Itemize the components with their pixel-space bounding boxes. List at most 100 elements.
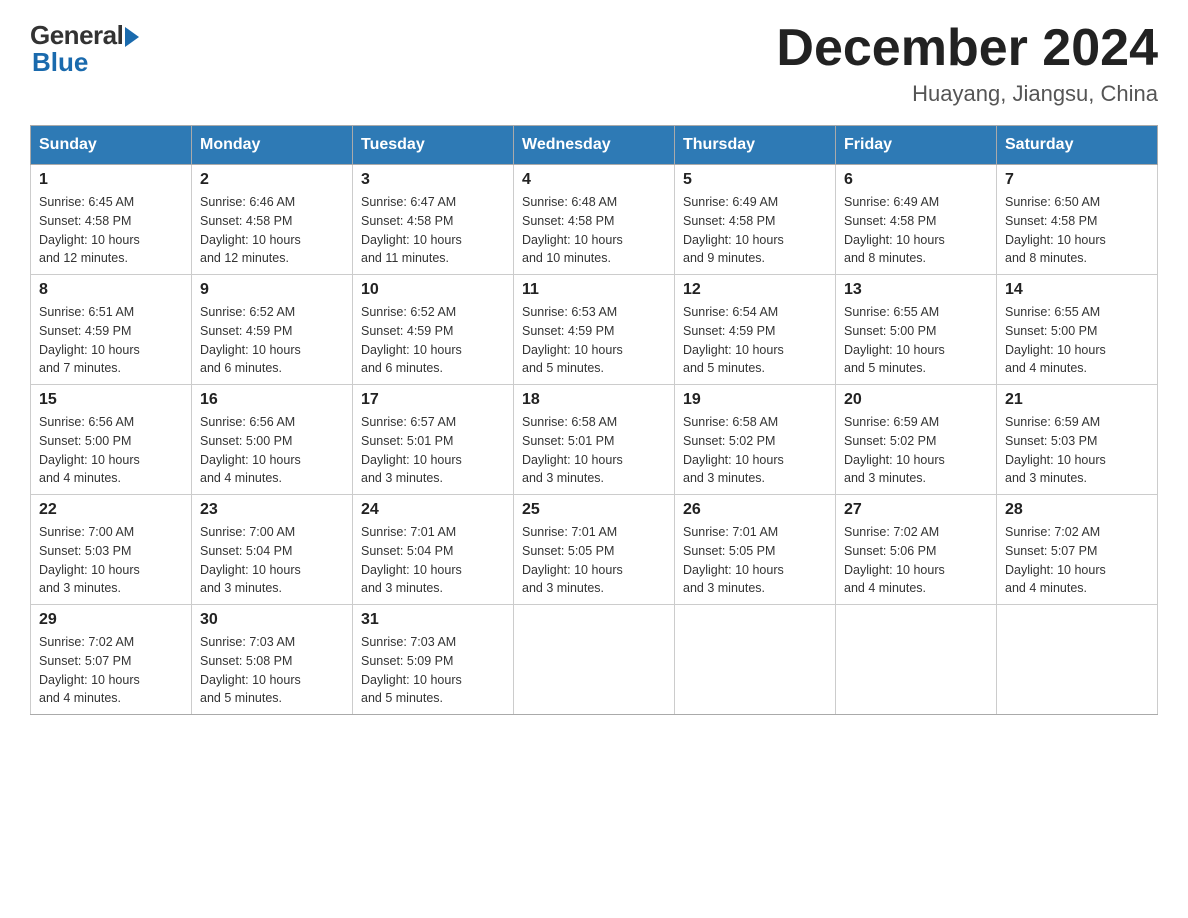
day-number: 19	[683, 391, 827, 409]
day-number: 8	[39, 281, 183, 299]
calendar-cell: 29 Sunrise: 7:02 AM Sunset: 5:07 PM Dayl…	[31, 605, 192, 715]
day-number: 24	[361, 501, 505, 519]
calendar-cell	[836, 605, 997, 715]
day-info: Sunrise: 7:03 AM Sunset: 5:08 PM Dayligh…	[200, 633, 344, 708]
calendar-table: SundayMondayTuesdayWednesdayThursdayFrid…	[30, 125, 1158, 715]
calendar-cell: 26 Sunrise: 7:01 AM Sunset: 5:05 PM Dayl…	[675, 495, 836, 605]
day-info: Sunrise: 6:55 AM Sunset: 5:00 PM Dayligh…	[1005, 303, 1149, 378]
calendar-cell: 19 Sunrise: 6:58 AM Sunset: 5:02 PM Dayl…	[675, 385, 836, 495]
day-info: Sunrise: 6:59 AM Sunset: 5:02 PM Dayligh…	[844, 413, 988, 488]
calendar-cell	[675, 605, 836, 715]
day-number: 16	[200, 391, 344, 409]
day-info: Sunrise: 6:53 AM Sunset: 4:59 PM Dayligh…	[522, 303, 666, 378]
day-info: Sunrise: 7:01 AM Sunset: 5:05 PM Dayligh…	[683, 523, 827, 598]
day-number: 29	[39, 611, 183, 629]
calendar-cell: 23 Sunrise: 7:00 AM Sunset: 5:04 PM Dayl…	[192, 495, 353, 605]
calendar-cell: 17 Sunrise: 6:57 AM Sunset: 5:01 PM Dayl…	[353, 385, 514, 495]
calendar-cell: 10 Sunrise: 6:52 AM Sunset: 4:59 PM Dayl…	[353, 275, 514, 385]
day-number: 28	[1005, 501, 1149, 519]
day-number: 23	[200, 501, 344, 519]
day-number: 1	[39, 171, 183, 189]
header-saturday: Saturday	[997, 126, 1158, 165]
day-number: 5	[683, 171, 827, 189]
day-number: 14	[1005, 281, 1149, 299]
day-number: 7	[1005, 171, 1149, 189]
header-thursday: Thursday	[675, 126, 836, 165]
calendar-cell: 16 Sunrise: 6:56 AM Sunset: 5:00 PM Dayl…	[192, 385, 353, 495]
day-info: Sunrise: 6:58 AM Sunset: 5:01 PM Dayligh…	[522, 413, 666, 488]
day-number: 22	[39, 501, 183, 519]
calendar-week-row: 1 Sunrise: 6:45 AM Sunset: 4:58 PM Dayli…	[31, 165, 1158, 275]
day-info: Sunrise: 7:02 AM Sunset: 5:06 PM Dayligh…	[844, 523, 988, 598]
calendar-cell: 4 Sunrise: 6:48 AM Sunset: 4:58 PM Dayli…	[514, 165, 675, 275]
day-info: Sunrise: 6:45 AM Sunset: 4:58 PM Dayligh…	[39, 193, 183, 268]
day-info: Sunrise: 6:51 AM Sunset: 4:59 PM Dayligh…	[39, 303, 183, 378]
day-number: 26	[683, 501, 827, 519]
day-number: 25	[522, 501, 666, 519]
logo: General Blue	[30, 20, 139, 78]
day-number: 27	[844, 501, 988, 519]
day-info: Sunrise: 7:02 AM Sunset: 5:07 PM Dayligh…	[1005, 523, 1149, 598]
calendar-cell: 1 Sunrise: 6:45 AM Sunset: 4:58 PM Dayli…	[31, 165, 192, 275]
calendar-cell: 8 Sunrise: 6:51 AM Sunset: 4:59 PM Dayli…	[31, 275, 192, 385]
header-monday: Monday	[192, 126, 353, 165]
calendar-cell: 15 Sunrise: 6:56 AM Sunset: 5:00 PM Dayl…	[31, 385, 192, 495]
calendar-cell: 22 Sunrise: 7:00 AM Sunset: 5:03 PM Dayl…	[31, 495, 192, 605]
day-info: Sunrise: 6:57 AM Sunset: 5:01 PM Dayligh…	[361, 413, 505, 488]
calendar-cell: 31 Sunrise: 7:03 AM Sunset: 5:09 PM Dayl…	[353, 605, 514, 715]
day-number: 6	[844, 171, 988, 189]
calendar-week-row: 22 Sunrise: 7:00 AM Sunset: 5:03 PM Dayl…	[31, 495, 1158, 605]
day-info: Sunrise: 6:52 AM Sunset: 4:59 PM Dayligh…	[361, 303, 505, 378]
day-number: 31	[361, 611, 505, 629]
day-info: Sunrise: 6:59 AM Sunset: 5:03 PM Dayligh…	[1005, 413, 1149, 488]
day-info: Sunrise: 6:46 AM Sunset: 4:58 PM Dayligh…	[200, 193, 344, 268]
calendar-cell: 3 Sunrise: 6:47 AM Sunset: 4:58 PM Dayli…	[353, 165, 514, 275]
day-number: 18	[522, 391, 666, 409]
calendar-cell: 7 Sunrise: 6:50 AM Sunset: 4:58 PM Dayli…	[997, 165, 1158, 275]
day-number: 9	[200, 281, 344, 299]
day-info: Sunrise: 6:55 AM Sunset: 5:00 PM Dayligh…	[844, 303, 988, 378]
day-info: Sunrise: 6:48 AM Sunset: 4:58 PM Dayligh…	[522, 193, 666, 268]
calendar-cell: 18 Sunrise: 6:58 AM Sunset: 5:01 PM Dayl…	[514, 385, 675, 495]
calendar-week-row: 29 Sunrise: 7:02 AM Sunset: 5:07 PM Dayl…	[31, 605, 1158, 715]
calendar-cell: 14 Sunrise: 6:55 AM Sunset: 5:00 PM Dayl…	[997, 275, 1158, 385]
day-info: Sunrise: 6:50 AM Sunset: 4:58 PM Dayligh…	[1005, 193, 1149, 268]
calendar-week-row: 8 Sunrise: 6:51 AM Sunset: 4:59 PM Dayli…	[31, 275, 1158, 385]
logo-arrow-icon	[125, 27, 139, 47]
calendar-cell: 21 Sunrise: 6:59 AM Sunset: 5:03 PM Dayl…	[997, 385, 1158, 495]
day-number: 3	[361, 171, 505, 189]
calendar-cell: 28 Sunrise: 7:02 AM Sunset: 5:07 PM Dayl…	[997, 495, 1158, 605]
day-number: 17	[361, 391, 505, 409]
day-number: 11	[522, 281, 666, 299]
day-info: Sunrise: 7:02 AM Sunset: 5:07 PM Dayligh…	[39, 633, 183, 708]
day-number: 12	[683, 281, 827, 299]
day-number: 10	[361, 281, 505, 299]
day-info: Sunrise: 7:01 AM Sunset: 5:05 PM Dayligh…	[522, 523, 666, 598]
day-number: 21	[1005, 391, 1149, 409]
day-info: Sunrise: 6:47 AM Sunset: 4:58 PM Dayligh…	[361, 193, 505, 268]
month-title: December 2024	[776, 20, 1158, 77]
calendar-cell: 2 Sunrise: 6:46 AM Sunset: 4:58 PM Dayli…	[192, 165, 353, 275]
calendar-header-row: SundayMondayTuesdayWednesdayThursdayFrid…	[31, 126, 1158, 165]
day-info: Sunrise: 6:56 AM Sunset: 5:00 PM Dayligh…	[200, 413, 344, 488]
calendar-cell: 30 Sunrise: 7:03 AM Sunset: 5:08 PM Dayl…	[192, 605, 353, 715]
day-info: Sunrise: 6:49 AM Sunset: 4:58 PM Dayligh…	[844, 193, 988, 268]
day-info: Sunrise: 6:56 AM Sunset: 5:00 PM Dayligh…	[39, 413, 183, 488]
day-number: 20	[844, 391, 988, 409]
calendar-cell: 27 Sunrise: 7:02 AM Sunset: 5:06 PM Dayl…	[836, 495, 997, 605]
day-info: Sunrise: 6:49 AM Sunset: 4:58 PM Dayligh…	[683, 193, 827, 268]
day-info: Sunrise: 6:52 AM Sunset: 4:59 PM Dayligh…	[200, 303, 344, 378]
day-number: 2	[200, 171, 344, 189]
calendar-cell	[997, 605, 1158, 715]
calendar-cell: 6 Sunrise: 6:49 AM Sunset: 4:58 PM Dayli…	[836, 165, 997, 275]
calendar-cell: 13 Sunrise: 6:55 AM Sunset: 5:00 PM Dayl…	[836, 275, 997, 385]
day-info: Sunrise: 7:03 AM Sunset: 5:09 PM Dayligh…	[361, 633, 505, 708]
location-subtitle: Huayang, Jiangsu, China	[776, 81, 1158, 107]
logo-blue-text: Blue	[32, 47, 88, 78]
calendar-cell: 12 Sunrise: 6:54 AM Sunset: 4:59 PM Dayl…	[675, 275, 836, 385]
calendar-cell: 24 Sunrise: 7:01 AM Sunset: 5:04 PM Dayl…	[353, 495, 514, 605]
day-number: 13	[844, 281, 988, 299]
calendar-cell: 11 Sunrise: 6:53 AM Sunset: 4:59 PM Dayl…	[514, 275, 675, 385]
day-info: Sunrise: 6:54 AM Sunset: 4:59 PM Dayligh…	[683, 303, 827, 378]
day-info: Sunrise: 6:58 AM Sunset: 5:02 PM Dayligh…	[683, 413, 827, 488]
